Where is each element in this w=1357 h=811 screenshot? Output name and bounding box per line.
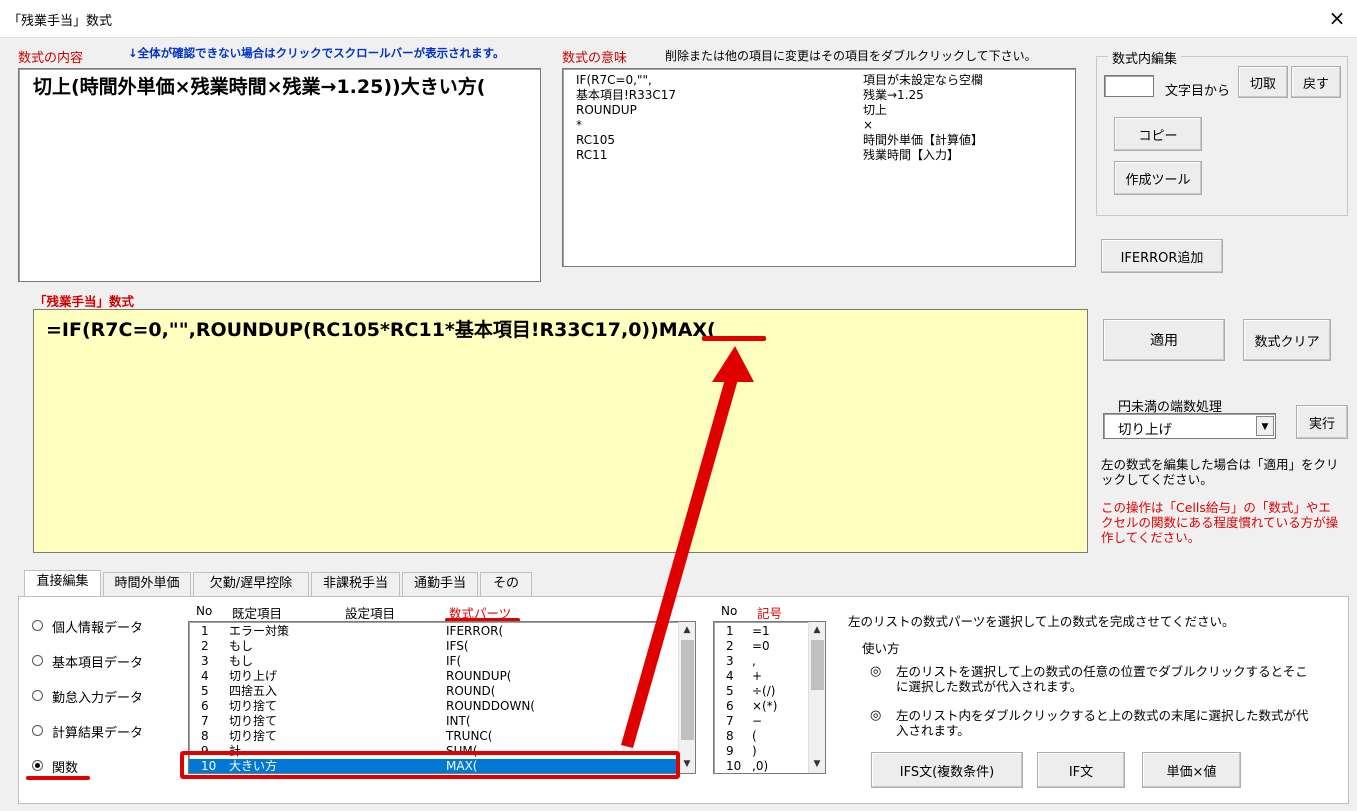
annotation-arrow bbox=[621, 346, 754, 748]
